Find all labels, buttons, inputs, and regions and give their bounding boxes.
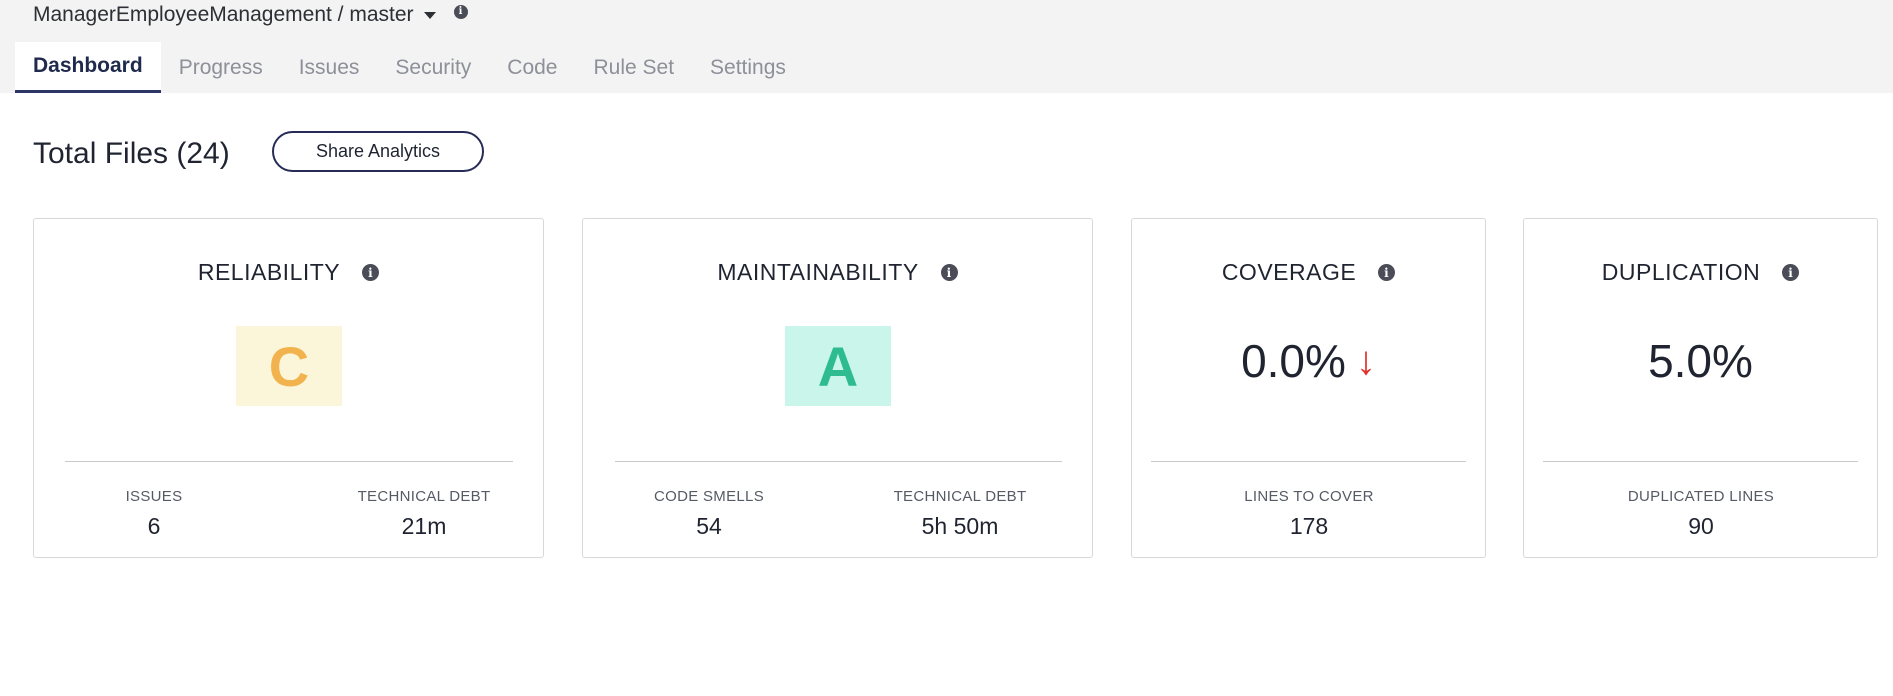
metric-label: LINES TO COVER [1244,488,1374,505]
tab-settings[interactable]: Settings [692,42,804,93]
reliability-card: RELIABILITY i C ISSUES 6 TECHNICAL DEBT … [33,218,544,558]
total-files-heading: Total Files (24) [33,137,230,170]
tab-code[interactable]: Code [489,42,575,93]
tab-bar: Dashboard Progress Issues Security Code … [15,42,804,93]
info-icon[interactable]: i [1378,264,1396,281]
card-title: DUPLICATION i [1524,259,1877,286]
arrow-down-icon: ↓ [1355,338,1376,383]
divider [1543,461,1858,462]
divider [1151,461,1466,462]
technical-debt-metric[interactable]: TECHNICAL DEBT 21m [354,488,494,540]
maintainability-title: MAINTAINABILITY [717,259,919,285]
card-title: COVERAGE i [1132,259,1485,286]
metric-label: DUPLICATED LINES [1627,488,1775,505]
info-icon[interactable]: i [1782,264,1800,281]
maintainability-grade[interactable]: A [785,326,891,406]
coverage-card: COVERAGE i 0.0% ↓ LINES TO COVER 178 [1131,218,1486,558]
duplicated-lines-metric[interactable]: DUPLICATED LINES 90 [1611,488,1791,540]
code-smells-metric[interactable]: CODE SMELLS 54 [649,488,769,540]
metric-label: TECHNICAL DEBT [357,488,491,505]
metric-value: 54 [696,513,722,539]
info-icon[interactable]: i [362,264,380,281]
metric-label: TECHNICAL DEBT [893,488,1027,505]
divider [615,461,1062,462]
metric-label: CODE SMELLS [654,488,764,505]
reliability-title: RELIABILITY [197,259,341,285]
metric-value: 90 [1688,513,1714,539]
coverage-value-row[interactable]: 0.0% ↓ [1132,334,1485,388]
project-name[interactable]: ManagerEmployeeManagement / master [33,3,414,27]
divider [65,461,513,462]
duplication-value[interactable]: 5.0% [1648,334,1753,388]
metric-value: 5h 50m [921,513,999,539]
project-header: ManagerEmployeeManagement / master i Das… [0,0,1893,93]
share-analytics-button[interactable]: Share Analytics [272,131,484,172]
duplication-title: DUPLICATION [1601,259,1761,285]
card-title: RELIABILITY i [34,259,543,286]
info-icon[interactable]: i [453,5,468,19]
metric-value: 178 [1289,513,1329,539]
info-icon[interactable]: i [940,264,958,281]
coverage-value[interactable]: 0.0% [1241,334,1346,388]
tab-rule-set[interactable]: Rule Set [575,42,692,93]
maintainability-card: MAINTAINABILITY i A CODE SMELLS 54 TECHN… [582,218,1093,558]
tab-issues[interactable]: Issues [281,42,378,93]
duplication-value-row[interactable]: 5.0% [1524,334,1877,388]
lines-to-cover-metric[interactable]: LINES TO COVER 178 [1229,488,1389,540]
metric-label: ISSUES [125,488,183,505]
tab-dashboard[interactable]: Dashboard [15,42,161,93]
technical-debt-metric[interactable]: TECHNICAL DEBT 5h 50m [890,488,1030,540]
project-selector[interactable]: ManagerEmployeeManagement / master i [33,2,468,28]
issues-metric[interactable]: ISSUES 6 [94,488,214,540]
tab-security[interactable]: Security [377,42,489,93]
card-title: MAINTAINABILITY i [583,259,1092,286]
reliability-grade[interactable]: C [236,326,342,406]
caret-down-icon[interactable] [423,11,436,19]
metric-value: 21m [401,513,447,539]
tab-progress[interactable]: Progress [161,42,281,93]
duplication-card: DUPLICATION i 5.0% DUPLICATED LINES 90 [1523,218,1878,558]
metric-value: 6 [147,513,161,539]
coverage-title: COVERAGE [1221,259,1357,285]
